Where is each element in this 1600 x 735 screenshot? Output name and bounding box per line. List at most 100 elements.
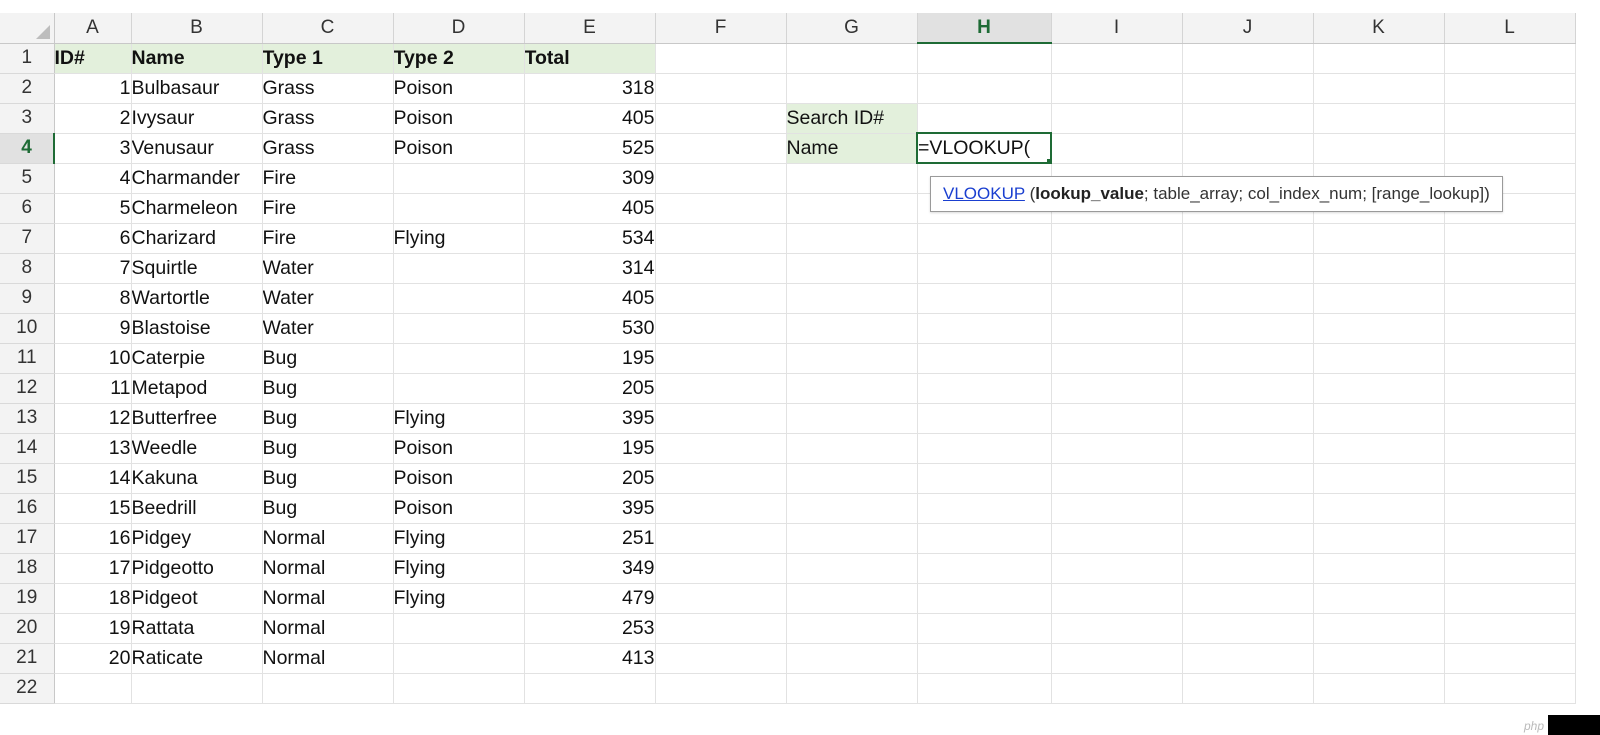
cell-g9[interactable] [786, 283, 918, 314]
cell-a22[interactable] [54, 673, 132, 704]
row-header[interactable]: 14 [0, 433, 55, 464]
cell-k10[interactable] [1313, 313, 1445, 344]
cell-e3[interactable]: 405 [524, 103, 656, 134]
cell-k8[interactable] [1313, 253, 1445, 284]
cell-j9[interactable] [1182, 283, 1314, 314]
cell-j19[interactable] [1182, 583, 1314, 614]
cell-i16[interactable] [1051, 493, 1183, 524]
cell-j4[interactable] [1182, 133, 1314, 164]
cell-l10[interactable] [1444, 313, 1576, 344]
cell-f3[interactable] [655, 103, 787, 134]
cell-c4[interactable]: Grass [262, 133, 394, 164]
row-header[interactable]: 10 [0, 313, 55, 344]
cell-k7[interactable] [1313, 223, 1445, 254]
cell-k12[interactable] [1313, 373, 1445, 404]
cell-k2[interactable] [1313, 73, 1445, 104]
cell-h14[interactable] [917, 433, 1052, 464]
cell-i2[interactable] [1051, 73, 1183, 104]
cell-l18[interactable] [1444, 553, 1576, 584]
cell-j1[interactable] [1182, 43, 1314, 74]
cell-a17[interactable]: 16 [54, 523, 132, 554]
cell-e12[interactable]: 205 [524, 373, 656, 404]
cell-k13[interactable] [1313, 403, 1445, 434]
cell-l16[interactable] [1444, 493, 1576, 524]
cell-g20[interactable] [786, 613, 918, 644]
cell-j11[interactable] [1182, 343, 1314, 374]
cell-a1[interactable]: ID# [54, 43, 132, 74]
cell-e5[interactable]: 309 [524, 163, 656, 194]
cell-j14[interactable] [1182, 433, 1314, 464]
cell-k20[interactable] [1313, 613, 1445, 644]
cell-a7[interactable]: 6 [54, 223, 132, 254]
cell-k4[interactable] [1313, 133, 1445, 164]
cell-i11[interactable] [1051, 343, 1183, 374]
cell-f4[interactable] [655, 133, 787, 164]
row-header[interactable]: 12 [0, 373, 55, 404]
cell-h1[interactable] [917, 43, 1052, 74]
cell-b6[interactable]: Charmeleon [131, 193, 263, 224]
cell-e9[interactable]: 405 [524, 283, 656, 314]
cell-i3[interactable] [1051, 103, 1183, 134]
cell-j20[interactable] [1182, 613, 1314, 644]
cell-c19[interactable]: Normal [262, 583, 394, 614]
row-header[interactable]: 6 [0, 193, 55, 224]
cell-a19[interactable]: 18 [54, 583, 132, 614]
cell-g22[interactable] [786, 673, 918, 704]
cell-k21[interactable] [1313, 643, 1445, 674]
cell-e21[interactable]: 413 [524, 643, 656, 674]
cell-e17[interactable]: 251 [524, 523, 656, 554]
cell-i4[interactable] [1051, 133, 1183, 164]
cell-a8[interactable]: 7 [54, 253, 132, 284]
cell-k1[interactable] [1313, 43, 1445, 74]
cell-g18[interactable] [786, 553, 918, 584]
cell-f16[interactable] [655, 493, 787, 524]
cell-a9[interactable]: 8 [54, 283, 132, 314]
cell-b8[interactable]: Squirtle [131, 253, 263, 284]
cell-d18[interactable]: Flying [393, 553, 525, 584]
cell-e16[interactable]: 395 [524, 493, 656, 524]
cell-i15[interactable] [1051, 463, 1183, 494]
cell-b3[interactable]: Ivysaur [131, 103, 263, 134]
cell-i8[interactable] [1051, 253, 1183, 284]
cell-d15[interactable]: Poison [393, 463, 525, 494]
cell-i1[interactable] [1051, 43, 1183, 74]
cell-h3[interactable] [917, 103, 1052, 134]
cell-k15[interactable] [1313, 463, 1445, 494]
cell-b2[interactable]: Bulbasaur [131, 73, 263, 104]
cell-i18[interactable] [1051, 553, 1183, 584]
cell-f1[interactable] [655, 43, 787, 74]
cell-e6[interactable]: 405 [524, 193, 656, 224]
cell-b7[interactable]: Charizard [131, 223, 263, 254]
fill-handle[interactable] [1046, 158, 1049, 161]
column-header-i[interactable]: I [1051, 13, 1183, 44]
cell-g6[interactable] [786, 193, 918, 224]
cell-h21[interactable] [917, 643, 1052, 674]
cell-c11[interactable]: Bug [262, 343, 394, 374]
cell-l1[interactable] [1444, 43, 1576, 74]
cell-a4[interactable]: 3 [54, 133, 132, 164]
cell-e22[interactable] [524, 673, 656, 704]
cell-d21[interactable] [393, 643, 525, 674]
cell-j12[interactable] [1182, 373, 1314, 404]
cell-d12[interactable] [393, 373, 525, 404]
cell-a5[interactable]: 4 [54, 163, 132, 194]
cell-j18[interactable] [1182, 553, 1314, 584]
cell-d10[interactable] [393, 313, 525, 344]
cell-l19[interactable] [1444, 583, 1576, 614]
cell-c6[interactable]: Fire [262, 193, 394, 224]
cell-l8[interactable] [1444, 253, 1576, 284]
column-header-b[interactable]: B [131, 13, 263, 44]
cell-e11[interactable]: 195 [524, 343, 656, 374]
cell-g12[interactable] [786, 373, 918, 404]
cell-f19[interactable] [655, 583, 787, 614]
cell-k17[interactable] [1313, 523, 1445, 554]
cell-a6[interactable]: 5 [54, 193, 132, 224]
cell-c17[interactable]: Normal [262, 523, 394, 554]
cell-i7[interactable] [1051, 223, 1183, 254]
cell-h19[interactable] [917, 583, 1052, 614]
cell-k3[interactable] [1313, 103, 1445, 134]
cell-c16[interactable]: Bug [262, 493, 394, 524]
column-header-f[interactable]: F [655, 13, 787, 44]
cell-c7[interactable]: Fire [262, 223, 394, 254]
cell-i21[interactable] [1051, 643, 1183, 674]
